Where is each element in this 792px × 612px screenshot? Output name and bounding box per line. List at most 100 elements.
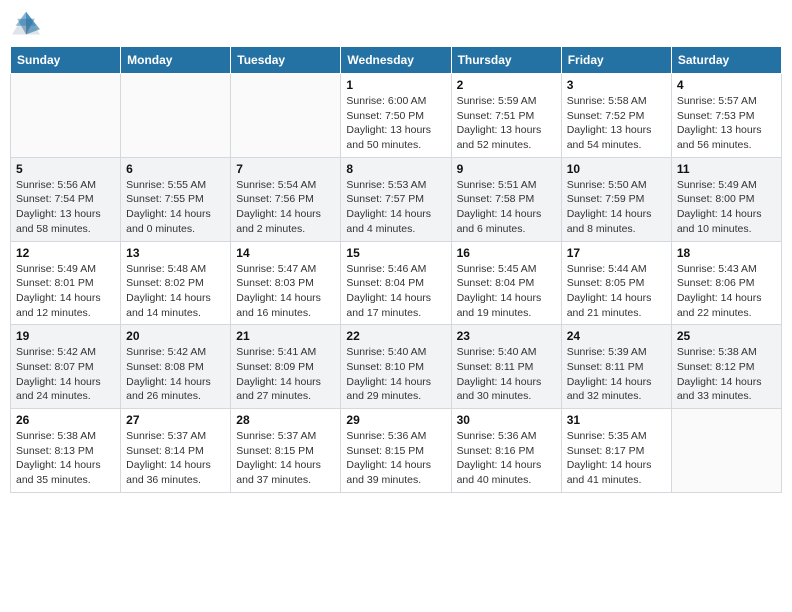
day-number: 12	[16, 246, 115, 260]
day-number: 2	[457, 78, 556, 92]
day-info: Sunrise: 5:40 AMSunset: 8:11 PMDaylight:…	[457, 345, 556, 404]
calendar-day-cell: 8 Sunrise: 5:53 AMSunset: 7:57 PMDaylight…	[341, 157, 451, 241]
day-number: 27	[126, 413, 225, 427]
day-number: 30	[457, 413, 556, 427]
day-number: 8	[346, 162, 445, 176]
calendar-day-cell: 14 Sunrise: 5:47 AMSunset: 8:03 PMDayligh…	[231, 241, 341, 325]
calendar-day-cell: 11 Sunrise: 5:49 AMSunset: 8:00 PMDayligh…	[671, 157, 781, 241]
day-info: Sunrise: 5:58 AMSunset: 7:52 PMDaylight:…	[567, 94, 666, 153]
calendar-day-cell: 19 Sunrise: 5:42 AMSunset: 8:07 PMDayligh…	[11, 325, 121, 409]
calendar-day-cell: 18Sunrise: 5:43 AMSunset: 8:06 PMDayligh…	[671, 241, 781, 325]
day-info: Sunrise: 5:45 AMSunset: 8:04 PMDaylight:…	[457, 262, 556, 321]
day-of-week-header: Friday	[561, 47, 671, 74]
day-number: 29	[346, 413, 445, 427]
day-info: Sunrise: 5:41 AMSunset: 8:09 PMDaylight:…	[236, 345, 335, 404]
day-number: 18	[677, 246, 776, 260]
calendar-day-cell: 25 Sunrise: 5:38 AMSunset: 8:12 PMDayligh…	[671, 325, 781, 409]
calendar-week-row: 19 Sunrise: 5:42 AMSunset: 8:07 PMDayligh…	[11, 325, 782, 409]
day-number: 4	[677, 78, 776, 92]
day-info: Sunrise: 6:00 AMSunset: 7:50 PMDaylight:…	[346, 94, 445, 153]
calendar-day-cell: 2 Sunrise: 5:59 AMSunset: 7:51 PMDaylight…	[451, 74, 561, 158]
calendar-day-cell: 27Sunrise: 5:37 AMSunset: 8:14 PMDayligh…	[121, 409, 231, 493]
calendar-day-cell: 22 Sunrise: 5:40 AMSunset: 8:10 PMDayligh…	[341, 325, 451, 409]
day-number: 19	[16, 329, 115, 343]
day-number: 10	[567, 162, 666, 176]
calendar-day-cell: 1Sunrise: 6:00 AMSunset: 7:50 PMDaylight…	[341, 74, 451, 158]
day-number: 6	[126, 162, 225, 176]
day-info: Sunrise: 5:57 AMSunset: 7:53 PMDaylight:…	[677, 94, 776, 153]
calendar-header-row: SundayMondayTuesdayWednesdayThursdayFrid…	[11, 47, 782, 74]
day-info: Sunrise: 5:59 AMSunset: 7:51 PMDaylight:…	[457, 94, 556, 153]
calendar-day-cell: 31Sunrise: 5:35 AMSunset: 8:17 PMDayligh…	[561, 409, 671, 493]
calendar-day-cell: 26Sunrise: 5:38 AMSunset: 8:13 PMDayligh…	[11, 409, 121, 493]
calendar-day-cell: 3 Sunrise: 5:58 AMSunset: 7:52 PMDaylight…	[561, 74, 671, 158]
day-info: Sunrise: 5:42 AMSunset: 8:08 PMDaylight:…	[126, 345, 225, 404]
day-of-week-header: Wednesday	[341, 47, 451, 74]
day-number: 9	[457, 162, 556, 176]
day-number: 7	[236, 162, 335, 176]
day-info: Sunrise: 5:40 AMSunset: 8:10 PMDaylight:…	[346, 345, 445, 404]
calendar-day-cell: 13Sunrise: 5:48 AMSunset: 8:02 PMDayligh…	[121, 241, 231, 325]
calendar-day-cell: 6 Sunrise: 5:55 AMSunset: 7:55 PMDaylight…	[121, 157, 231, 241]
day-number: 23	[457, 329, 556, 343]
calendar-week-row: 26Sunrise: 5:38 AMSunset: 8:13 PMDayligh…	[11, 409, 782, 493]
calendar-empty-cell	[11, 74, 121, 158]
calendar-day-cell: 17 Sunrise: 5:44 AMSunset: 8:05 PMDayligh…	[561, 241, 671, 325]
day-info: Sunrise: 5:50 AMSunset: 7:59 PMDaylight:…	[567, 178, 666, 237]
day-info: Sunrise: 5:37 AMSunset: 8:15 PMDaylight:…	[236, 429, 335, 488]
day-info: Sunrise: 5:53 AMSunset: 7:57 PMDaylight:…	[346, 178, 445, 237]
calendar-week-row: 1Sunrise: 6:00 AMSunset: 7:50 PMDaylight…	[11, 74, 782, 158]
calendar-day-cell: 9 Sunrise: 5:51 AMSunset: 7:58 PMDaylight…	[451, 157, 561, 241]
calendar-day-cell: 21 Sunrise: 5:41 AMSunset: 8:09 PMDayligh…	[231, 325, 341, 409]
day-number: 24	[567, 329, 666, 343]
day-info: Sunrise: 5:46 AMSunset: 8:04 PMDaylight:…	[346, 262, 445, 321]
day-info: Sunrise: 5:35 AMSunset: 8:17 PMDaylight:…	[567, 429, 666, 488]
calendar-empty-cell	[671, 409, 781, 493]
calendar-empty-cell	[121, 74, 231, 158]
day-info: Sunrise: 5:55 AMSunset: 7:55 PMDaylight:…	[126, 178, 225, 237]
day-info: Sunrise: 5:42 AMSunset: 8:07 PMDaylight:…	[16, 345, 115, 404]
day-number: 25	[677, 329, 776, 343]
calendar-day-cell: 30 Sunrise: 5:36 AMSunset: 8:16 PMDayligh…	[451, 409, 561, 493]
day-info: Sunrise: 5:36 AMSunset: 8:16 PMDaylight:…	[457, 429, 556, 488]
day-number: 3	[567, 78, 666, 92]
calendar-day-cell: 7 Sunrise: 5:54 AMSunset: 7:56 PMDaylight…	[231, 157, 341, 241]
day-of-week-header: Saturday	[671, 47, 781, 74]
day-of-week-header: Sunday	[11, 47, 121, 74]
day-number: 21	[236, 329, 335, 343]
day-info: Sunrise: 5:56 AMSunset: 7:54 PMDaylight:…	[16, 178, 115, 237]
calendar-empty-cell	[231, 74, 341, 158]
day-info: Sunrise: 5:49 AMSunset: 8:01 PMDaylight:…	[16, 262, 115, 321]
day-number: 28	[236, 413, 335, 427]
page-header	[10, 10, 782, 38]
calendar-day-cell: 20 Sunrise: 5:42 AMSunset: 8:08 PMDayligh…	[121, 325, 231, 409]
calendar-day-cell: 15Sunrise: 5:46 AMSunset: 8:04 PMDayligh…	[341, 241, 451, 325]
day-info: Sunrise: 5:44 AMSunset: 8:05 PMDaylight:…	[567, 262, 666, 321]
day-info: Sunrise: 5:36 AMSunset: 8:15 PMDaylight:…	[346, 429, 445, 488]
day-info: Sunrise: 5:51 AMSunset: 7:58 PMDaylight:…	[457, 178, 556, 237]
calendar-day-cell: 4 Sunrise: 5:57 AMSunset: 7:53 PMDaylight…	[671, 74, 781, 158]
day-number: 5	[16, 162, 115, 176]
day-number: 22	[346, 329, 445, 343]
logo-icon	[10, 10, 42, 38]
day-info: Sunrise: 5:54 AMSunset: 7:56 PMDaylight:…	[236, 178, 335, 237]
calendar-week-row: 12 Sunrise: 5:49 AMSunset: 8:01 PMDayligh…	[11, 241, 782, 325]
calendar-day-cell: 23 Sunrise: 5:40 AMSunset: 8:11 PMDayligh…	[451, 325, 561, 409]
day-of-week-header: Tuesday	[231, 47, 341, 74]
calendar-week-row: 5 Sunrise: 5:56 AMSunset: 7:54 PMDaylight…	[11, 157, 782, 241]
logo	[10, 10, 46, 38]
day-number: 13	[126, 246, 225, 260]
day-of-week-header: Thursday	[451, 47, 561, 74]
day-number: 20	[126, 329, 225, 343]
day-number: 11	[677, 162, 776, 176]
day-number: 14	[236, 246, 335, 260]
day-info: Sunrise: 5:38 AMSunset: 8:12 PMDaylight:…	[677, 345, 776, 404]
calendar-day-cell: 29 Sunrise: 5:36 AMSunset: 8:15 PMDayligh…	[341, 409, 451, 493]
day-info: Sunrise: 5:38 AMSunset: 8:13 PMDaylight:…	[16, 429, 115, 488]
day-info: Sunrise: 5:47 AMSunset: 8:03 PMDaylight:…	[236, 262, 335, 321]
day-info: Sunrise: 5:49 AMSunset: 8:00 PMDaylight:…	[677, 178, 776, 237]
calendar-day-cell: 16Sunrise: 5:45 AMSunset: 8:04 PMDayligh…	[451, 241, 561, 325]
day-number: 17	[567, 246, 666, 260]
calendar-day-cell: 10 Sunrise: 5:50 AMSunset: 7:59 PMDayligh…	[561, 157, 671, 241]
calendar-day-cell: 5 Sunrise: 5:56 AMSunset: 7:54 PMDaylight…	[11, 157, 121, 241]
